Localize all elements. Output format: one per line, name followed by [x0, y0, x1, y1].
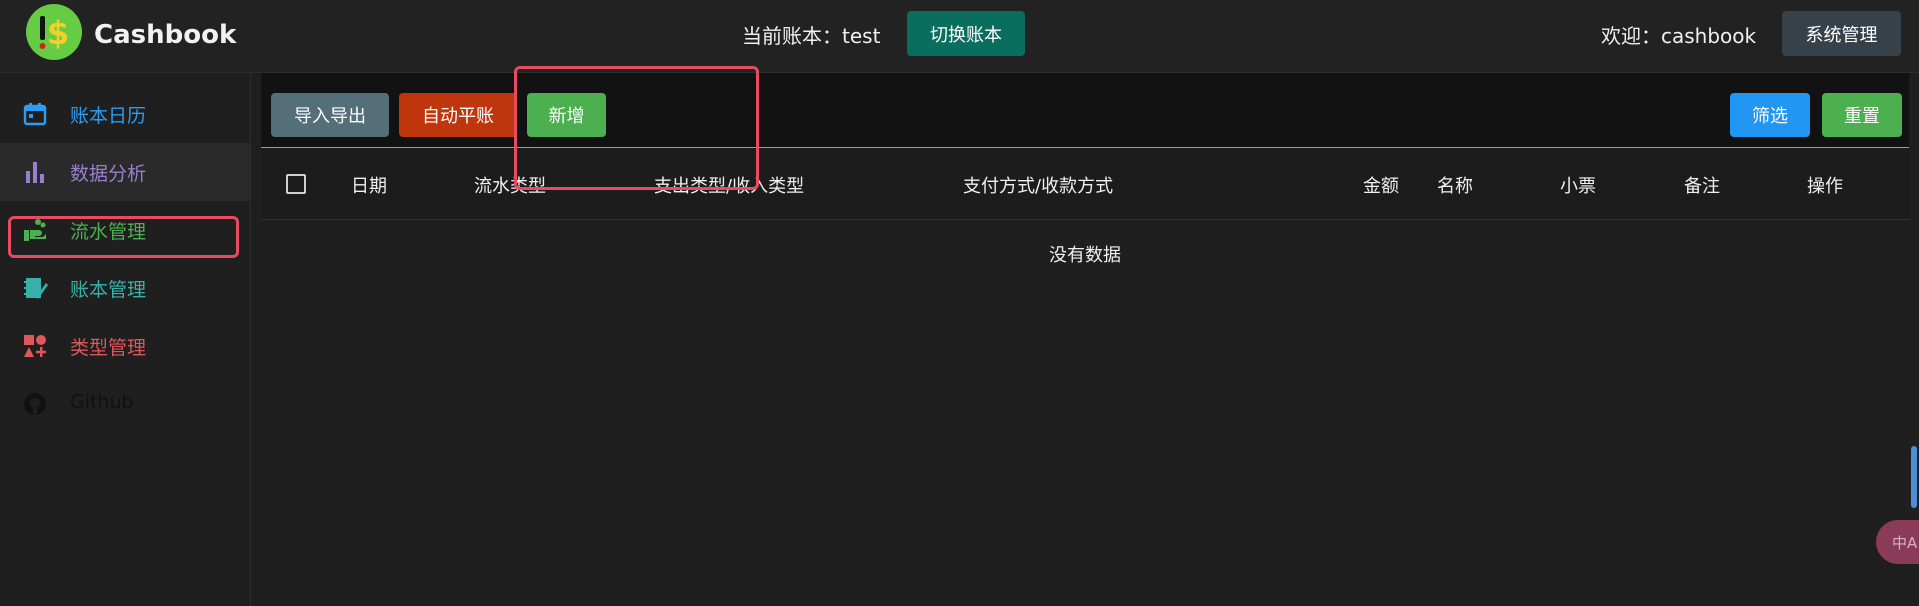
switch-book-button[interactable]: 切换账本: [907, 11, 1025, 56]
empty-state-text: 没有数据: [1049, 245, 1121, 266]
sidebar-item-calendar[interactable]: 账本日历: [0, 85, 250, 143]
dollar-logo-icon: $: [39, 14, 69, 52]
sidebar-item-books[interactable]: 账本管理: [0, 259, 250, 317]
column-header-amount[interactable]: 金额: [1363, 172, 1399, 198]
sidebar-item-types[interactable]: 类型管理: [0, 317, 250, 375]
import-export-button[interactable]: 导入导出: [271, 93, 389, 137]
column-header-date[interactable]: 日期: [351, 172, 387, 198]
sidebar: 账本日历 数据分析 流水管理 账本管理 类型管理 Github: [0, 73, 251, 606]
highlight-add: [514, 66, 759, 190]
bar-chart-icon: [26, 162, 44, 183]
column-header-note[interactable]: 备注: [1684, 172, 1720, 198]
shapes-icon: [24, 335, 46, 357]
welcome-text: 欢迎：cashbook: [1601, 24, 1757, 48]
column-header-receipt[interactable]: 小票: [1560, 172, 1596, 198]
highlight-transactions: [8, 216, 239, 258]
sidebar-item-label: 类型管理: [70, 337, 147, 359]
app-logo[interactable]: $: [26, 4, 82, 60]
column-header-payment-method[interactable]: 支付方式/收款方式: [963, 172, 1113, 198]
filter-button[interactable]: 筛选: [1730, 93, 1810, 137]
reset-button[interactable]: 重置: [1822, 93, 1902, 137]
select-all-checkbox[interactable]: [286, 174, 306, 194]
sidebar-item-label: 账本管理: [70, 279, 147, 301]
top-header: $ Cashbook 当前账本：test 切换账本 欢迎：cashbook 系统…: [0, 0, 1919, 73]
scrollbar-thumb[interactable]: [1911, 446, 1917, 508]
current-book-label: 当前账本：test: [742, 24, 881, 48]
column-header-name[interactable]: 名称: [1437, 172, 1473, 198]
translate-floating-button[interactable]: 中A: [1876, 520, 1919, 564]
github-icon: [24, 393, 46, 415]
system-management-button[interactable]: 系统管理: [1782, 11, 1901, 56]
table-header: 日期 流水类型 支出类型/收入类型 支付方式/收款方式 金额 名称 小票 备注 …: [261, 148, 1909, 220]
auto-balance-button[interactable]: 自动平账: [399, 93, 517, 137]
sidebar-item-label: Github: [70, 391, 134, 413]
main-content: 导入导出 自动平账 新增 筛选 重置 日期 流水类型 支出类型/收入类型 支付方…: [251, 66, 1919, 606]
calendar-icon: [23, 103, 47, 126]
sidebar-item-github[interactable]: Github: [0, 375, 250, 433]
toolbar: 导入导出 自动平账 新增 筛选 重置: [261, 73, 1909, 148]
svg-text:$: $: [47, 14, 69, 52]
sidebar-item-label: 账本日历: [70, 105, 147, 127]
column-header-actions: 操作: [1807, 176, 1843, 197]
sidebar-item-label: 数据分析: [70, 163, 147, 185]
app-name: Cashbook: [94, 20, 237, 50]
sidebar-item-analytics[interactable]: 数据分析: [0, 143, 250, 201]
notebook-icon: [24, 278, 48, 299]
